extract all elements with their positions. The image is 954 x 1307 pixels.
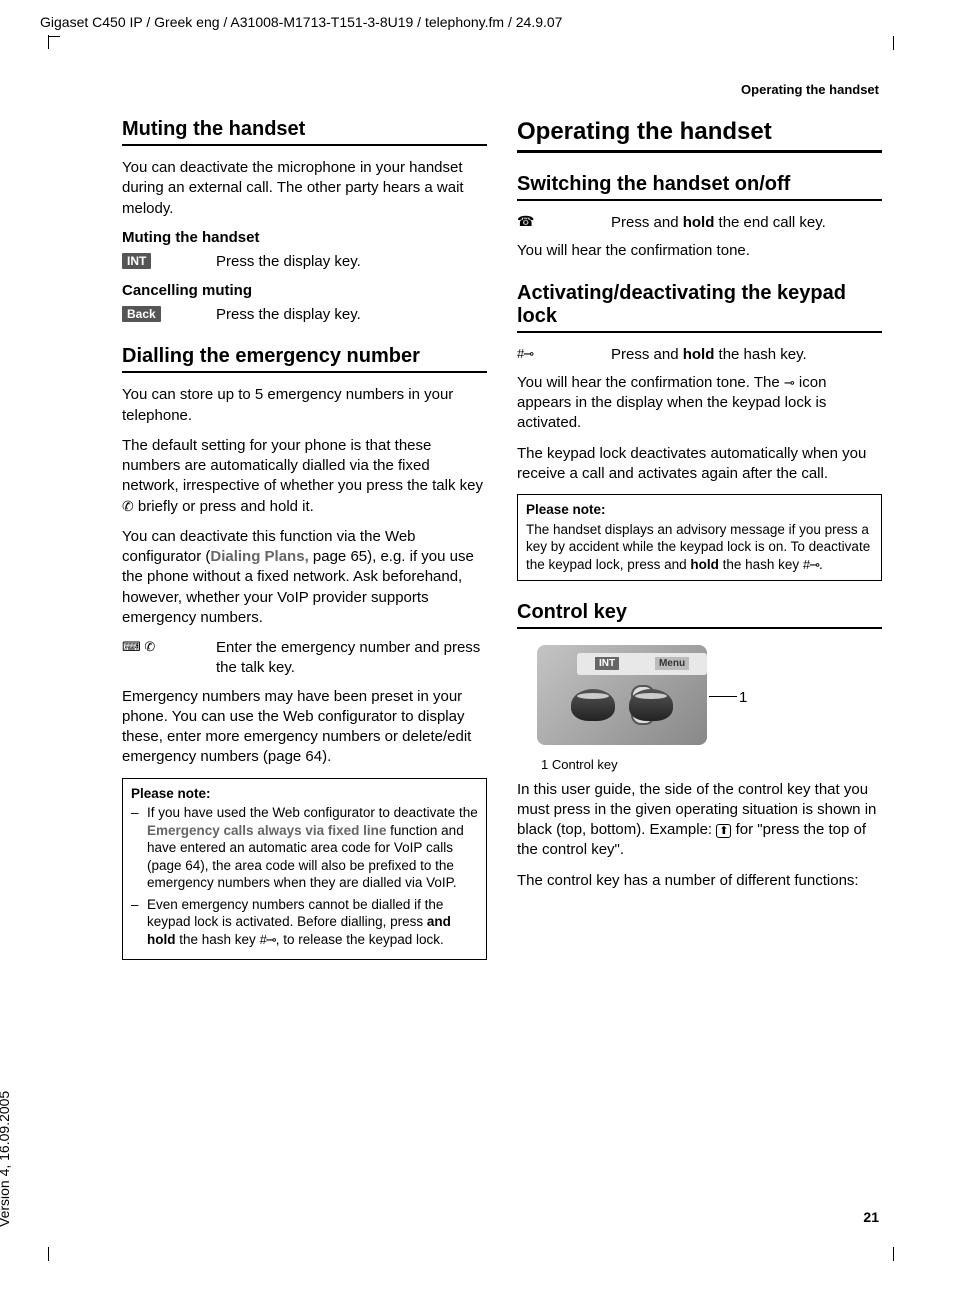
crop-mark — [48, 36, 60, 48]
note-item: – If you have used the Web configurator … — [131, 804, 478, 892]
hash-key-icon — [260, 932, 276, 947]
key-instruction: Enter the emergency number and press the… — [122, 638, 487, 679]
para: In this user guide, the side of the cont… — [517, 780, 882, 861]
doc-path-header: Gigaset C450 IP / Greek eng / A31008-M17… — [40, 14, 562, 30]
end-button — [629, 689, 673, 721]
para: The default setting for your phone is th… — [122, 436, 487, 517]
key-desc: Press and hold the end call key. — [611, 213, 882, 233]
para: Emergency numbers may have been preset i… — [122, 687, 487, 768]
note-title: Please note: — [526, 501, 873, 519]
back-key-badge: Back — [122, 306, 161, 322]
left-column: Muting the handset You can deactivate th… — [122, 118, 487, 970]
para: The control key has a number of differen… — [517, 871, 882, 891]
para: You will hear the confirmation tone. — [517, 241, 882, 261]
note-item: – Even emergency numbers cannot be diall… — [131, 896, 478, 949]
heading-operating: Operating the handset — [517, 118, 882, 153]
crop-mark — [48, 1247, 49, 1261]
dialing-plans-ref: Dialing Plans, — [210, 548, 308, 565]
heading-switching: Switching the handset on/off — [517, 173, 882, 201]
callout-line — [709, 696, 737, 697]
crop-mark — [893, 1247, 894, 1261]
subheading-muting: Muting the handset — [122, 229, 487, 246]
running-header: Operating the handset — [741, 82, 879, 97]
talk-button — [571, 689, 615, 721]
heading-emergency: Dialling the emergency number — [122, 345, 487, 373]
key-instruction: INT Press the display key. — [122, 252, 487, 272]
hash-key-icon — [517, 345, 533, 362]
subheading-cancel: Cancelling muting — [122, 282, 487, 299]
callout-label-1: 1 — [739, 689, 747, 706]
diagram-caption: 1 Control key — [541, 757, 882, 772]
control-key-up-icon — [716, 821, 731, 838]
key-instruction: Press and hold the hash key. — [517, 345, 882, 365]
para: You can deactivate this function via the… — [122, 527, 487, 628]
softkey-int: INT — [595, 657, 619, 670]
key-instruction: Press and hold the end call key. — [517, 213, 882, 233]
key-desc: Enter the emergency number and press the… — [216, 638, 487, 679]
heading-muting: Muting the handset — [122, 118, 487, 146]
para: You can store up to 5 emergency numbers … — [122, 385, 487, 426]
page-body: Muting the handset You can deactivate th… — [122, 118, 882, 970]
key-desc: Press the display key. — [216, 252, 487, 272]
crop-mark — [893, 36, 894, 50]
end-call-icon — [517, 213, 534, 230]
key-desc: Press and hold the hash key. — [611, 345, 882, 365]
int-key-badge: INT — [122, 253, 151, 269]
para: You can deactivate the microphone in you… — [122, 158, 487, 219]
numpad-talk-icon — [122, 638, 155, 655]
page-number: 21 — [863, 1209, 879, 1225]
key-instruction: Back Press the display key. — [122, 305, 487, 325]
note-box: Please note: – If you have used the Web … — [122, 778, 487, 960]
lock-indicator-icon — [784, 374, 795, 391]
hash-key-icon — [803, 557, 819, 572]
heading-keypad-lock: Activating/deactivating the keypad lock — [517, 282, 882, 333]
para: The keypad lock deactivates automaticall… — [517, 444, 882, 485]
note-text: The handset displays an advisory message… — [526, 521, 873, 574]
softkey-menu: Menu — [655, 657, 689, 670]
control-key-diagram: INT Menu 1 — [517, 641, 737, 751]
key-desc: Press the display key. — [216, 305, 487, 325]
version-footer: Version 4, 16.09.2005 — [0, 1091, 12, 1227]
para: You will hear the confirmation tone. The… — [517, 373, 882, 434]
heading-control-key: Control key — [517, 601, 882, 629]
right-column: Operating the handset Switching the hand… — [517, 118, 882, 970]
talk-key-icon — [122, 498, 134, 515]
note-title: Please note: — [131, 785, 478, 803]
note-box: Please note: The handset displays an adv… — [517, 494, 882, 581]
